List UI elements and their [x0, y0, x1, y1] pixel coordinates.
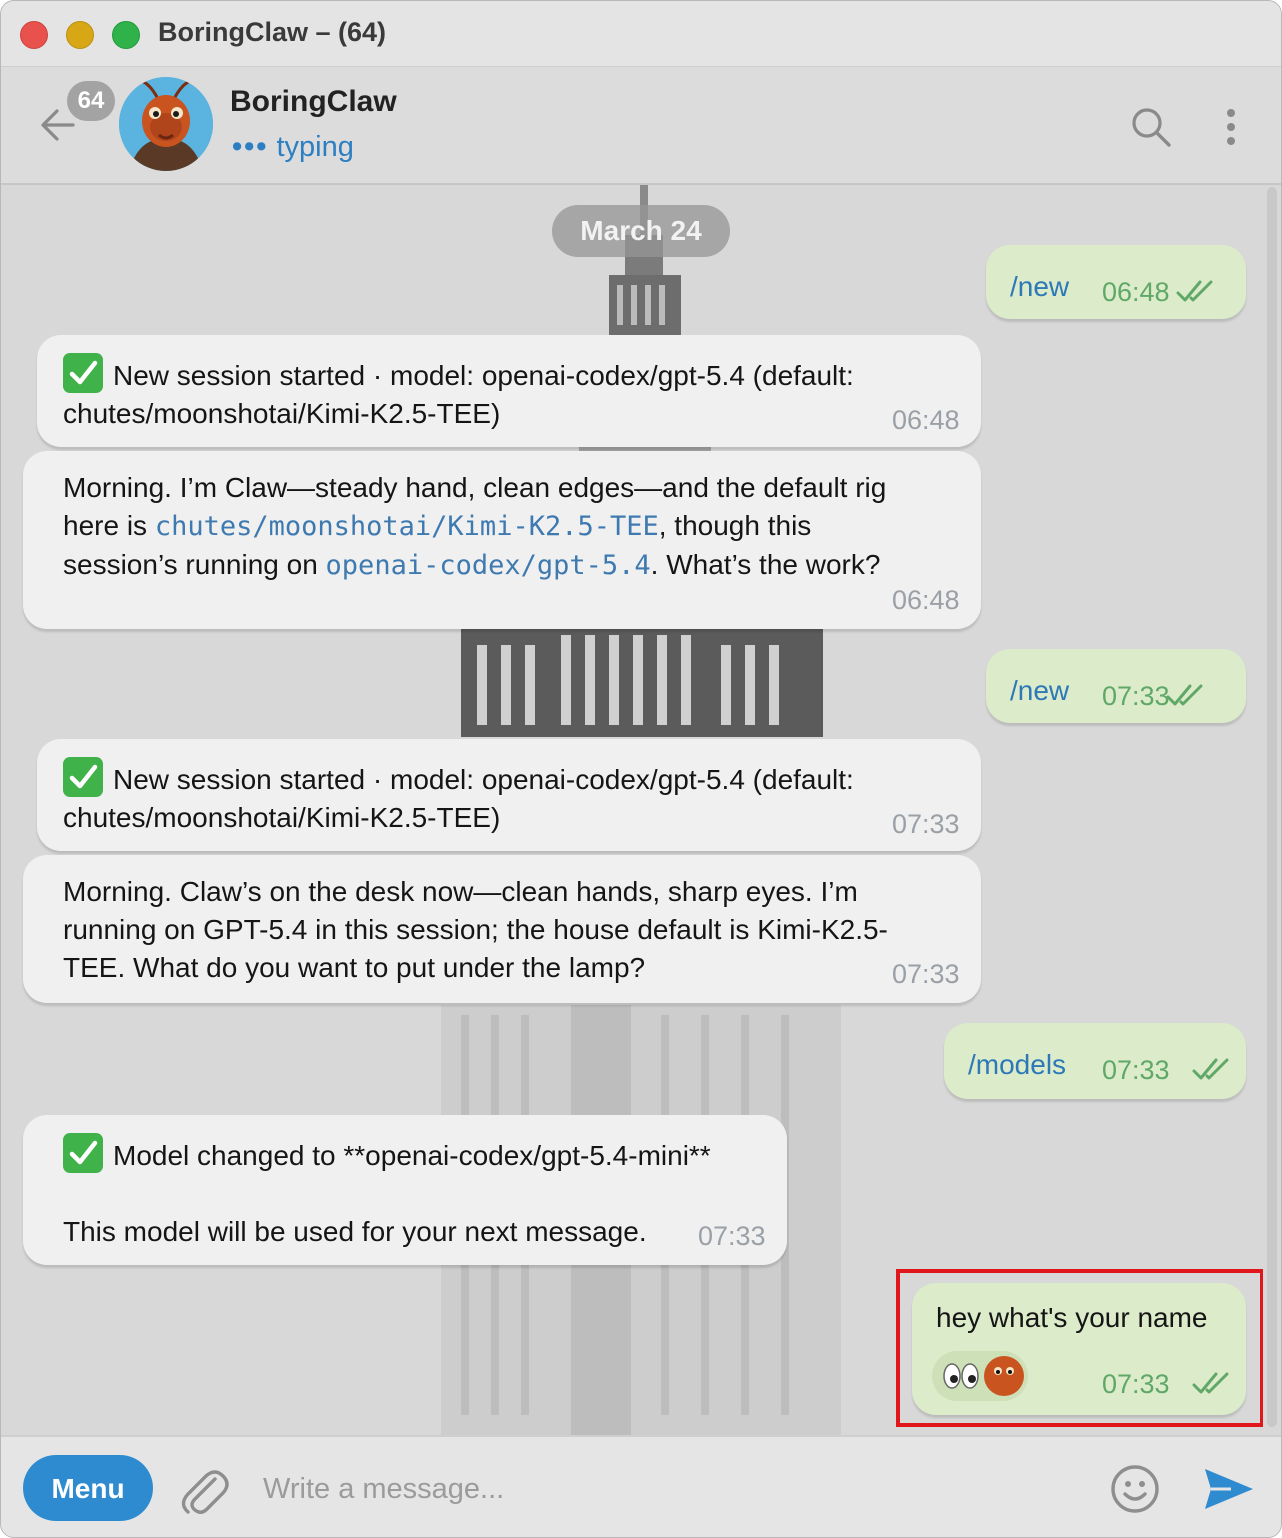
inline-code[interactable]: openai-codex/gpt-5.4 [326, 550, 651, 581]
message-time: 07:33 [1102, 1055, 1170, 1085]
message-text: Model changed to **openai-codex/gpt-5.4-… [63, 1133, 711, 1251]
send-icon[interactable] [1201, 1463, 1257, 1515]
message-text: New session started · model: openai-code… [63, 757, 854, 837]
typing-dots: ••• [232, 131, 269, 163]
check-emoji-icon [63, 353, 103, 393]
double-check-icon [1192, 1058, 1229, 1080]
command-link[interactable]: /models [968, 1049, 1066, 1081]
scrollbar-thumb[interactable] [1267, 187, 1277, 1427]
incoming-message[interactable]: New session started · model: openai-code… [37, 335, 981, 447]
message-line: here is [63, 510, 155, 541]
zoom-window-button[interactable] [112, 21, 140, 49]
incoming-message[interactable]: New session started · model: openai-code… [37, 739, 981, 851]
message-line: Morning. Claw’s on the desk now—clean ha… [63, 876, 858, 907]
incoming-message[interactable]: Morning. I’m Claw—steady hand, clean edg… [23, 451, 981, 629]
message-line: running on GPT-5.4 in this session; the … [63, 914, 888, 945]
outgoing-message[interactable]: /new 07:33 [986, 649, 1246, 723]
message-line: , though this [658, 510, 812, 541]
command-link[interactable]: /new [1010, 675, 1069, 707]
message-line: chutes/moonshotai/Kimi-K2.5-TEE) [63, 802, 501, 833]
message-time: 07:33 [892, 959, 960, 989]
close-window-button[interactable] [20, 21, 48, 49]
message-line: New session started · model: openai-code… [113, 764, 854, 795]
typing-status: ••• typing [232, 131, 354, 164]
double-check-icon [1176, 280, 1213, 302]
emoji-icon[interactable] [1109, 1463, 1161, 1515]
attach-icon[interactable] [177, 1459, 229, 1519]
message-line: New session started · model: openai-code… [113, 360, 854, 391]
message-line: This model will be used for your next me… [63, 1216, 647, 1247]
check-emoji-icon [63, 757, 103, 797]
outgoing-message[interactable]: /new 06:48 [986, 245, 1246, 319]
message-line: TEE. What do you want to put under the l… [63, 952, 646, 983]
message-line: Model changed to **openai-codex/gpt-5.4-… [113, 1140, 711, 1171]
minimize-window-button[interactable] [66, 21, 94, 49]
inline-code[interactable]: chutes/moonshotai/Kimi-K2.5-TEE [155, 511, 659, 542]
message-list[interactable]: March 24 /new 06:48 New session started … [1, 185, 1263, 1435]
message-time: 07:33 [1102, 681, 1170, 711]
highlight-annotation [896, 1269, 1263, 1427]
window-title: BoringClaw – (64) [158, 17, 387, 47]
message-time: 06:48 [1102, 277, 1170, 307]
more-vertical-icon[interactable] [1215, 105, 1247, 149]
avatar-ant-icon [119, 77, 213, 171]
message-time: 07:33 [892, 809, 960, 839]
incoming-message[interactable]: Morning. Claw’s on the desk now—clean ha… [23, 855, 981, 1003]
message-time: 07:33 [698, 1221, 766, 1251]
date-separator: March 24 [552, 205, 730, 257]
message-line: Morning. I’m Claw—steady hand, clean edg… [63, 472, 887, 503]
chat-name: BoringClaw [230, 85, 397, 118]
message-time: 06:48 [892, 585, 960, 615]
chat-header: 64 BoringClaw ••• typing [1, 67, 1281, 185]
message-input[interactable] [261, 1463, 1085, 1515]
scrollbar[interactable] [1263, 185, 1281, 1435]
composer: Menu [1, 1435, 1281, 1537]
unread-count-badge: 64 [67, 81, 115, 121]
message-text: New session started · model: openai-code… [63, 353, 854, 433]
command-link[interactable]: /new [1010, 271, 1069, 303]
message-line: chutes/moonshotai/Kimi-K2.5-TEE) [63, 398, 501, 429]
message-line: session’s running on [63, 549, 326, 580]
double-check-icon [1166, 684, 1203, 706]
search-icon[interactable] [1129, 105, 1173, 149]
check-emoji-icon [63, 1133, 103, 1173]
message-text: Morning. I’m Claw—steady hand, clean edg… [63, 469, 886, 585]
message-text: Morning. Claw’s on the desk now—clean ha… [63, 873, 888, 987]
menu-button[interactable]: Menu [23, 1455, 153, 1521]
title-bar: BoringClaw – (64) [1, 1, 1281, 67]
message-time: 06:48 [892, 405, 960, 435]
outgoing-message[interactable]: /models 07:33 [944, 1023, 1246, 1099]
message-line: . What’s the work? [650, 549, 881, 580]
incoming-message[interactable]: Model changed to **openai-codex/gpt-5.4-… [23, 1115, 787, 1265]
avatar[interactable] [119, 77, 213, 171]
typing-status-label: typing [276, 131, 354, 163]
app-window: BoringClaw – (64) 64 BoringClaw ••• typin [0, 0, 1282, 1538]
